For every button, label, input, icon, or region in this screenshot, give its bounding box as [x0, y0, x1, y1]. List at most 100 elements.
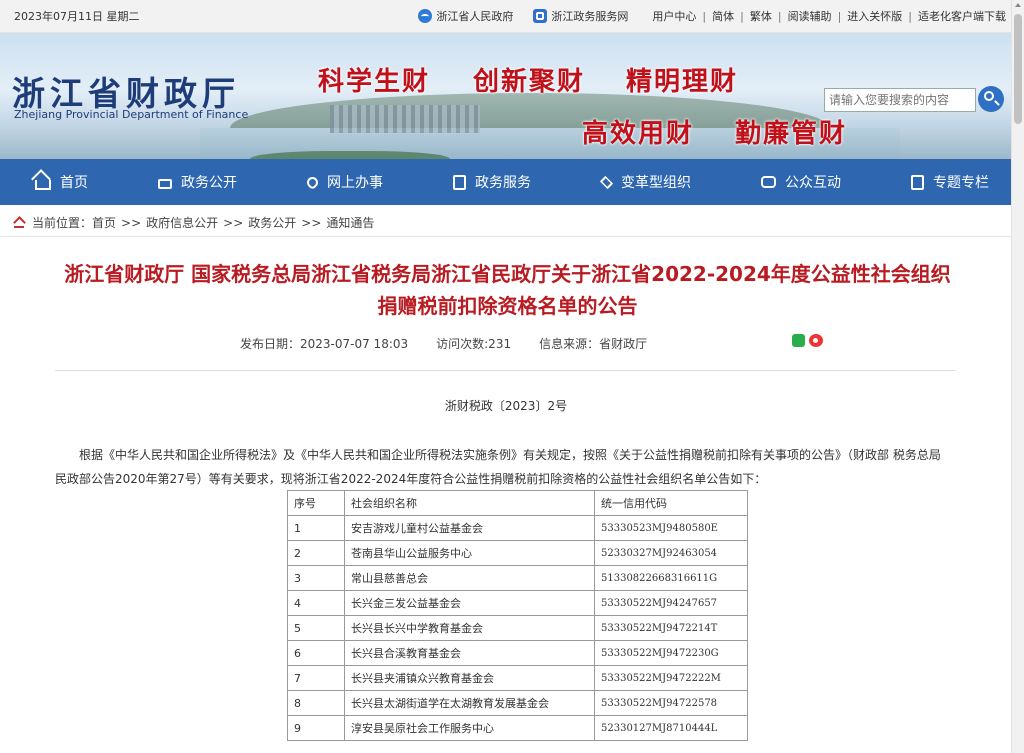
table-row: 8 长兴县太湖街道学在太湖教育发展基金会 53330522MJ94722578 — [287, 690, 748, 716]
traditional-link[interactable]: 繁体 — [750, 8, 772, 24]
nav-home[interactable]: 首页 — [27, 172, 96, 192]
breadcrumb-item-home[interactable]: 首页 — [92, 214, 116, 231]
breadcrumb-item-gov-affairs[interactable]: 政务公开 — [248, 214, 296, 231]
nav-gov-services[interactable]: 政务服务 — [445, 172, 539, 192]
credit-code: 53330523MJ9480580E — [594, 515, 748, 541]
nav-online-services[interactable]: 网上办事 — [299, 172, 391, 192]
table-header-row: 序号 社会组织名称 统一信用代码 — [287, 490, 748, 516]
banner-city — [330, 105, 480, 133]
org-name: 长兴县长兴中学教育基金会 — [344, 615, 595, 641]
chat-icon — [761, 176, 776, 188]
page-scrollbar[interactable] — [1011, 0, 1024, 753]
top-utility-bar: 2023年07月11日 星期二 浙江省人民政府 浙江政务服务网 用户中心 | 简… — [0, 0, 1024, 33]
banner-trees — [250, 151, 450, 159]
nav-public-interaction[interactable]: 公众互动 — [753, 172, 849, 192]
separator: | — [837, 9, 842, 23]
document-number: 浙财税政〔2023〕2号 — [444, 399, 568, 413]
wechat-share-icon[interactable] — [792, 334, 805, 347]
zj-gov-link[interactable]: 浙江省人民政府 — [418, 8, 513, 24]
care-version-link[interactable]: 进入关怀版 — [847, 8, 902, 24]
table-row: 1 安吉游戏儿童村公益基金会 53330523MJ9480580E — [287, 515, 748, 541]
zj-service-label: 浙江政务服务网 — [551, 10, 629, 23]
header-banner: 浙江省财政厅 Zhejiang Provincial Department of… — [0, 33, 1024, 159]
slogan-2: 创新聚财 — [473, 67, 586, 97]
document-icon — [453, 174, 466, 190]
scrollbar-thumb[interactable] — [1014, 14, 1022, 124]
row-number: 9 — [287, 715, 345, 741]
share-buttons — [792, 334, 823, 347]
publish-date: 发布日期：2023-07-07 18:03 — [240, 337, 409, 351]
row-number: 5 — [287, 615, 345, 641]
current-date: 2023年07月11日 星期二 — [14, 10, 140, 23]
user-center-link[interactable]: 用户中心 — [652, 8, 696, 24]
slogan-4: 高效用财 — [582, 119, 695, 149]
layers-icon — [599, 175, 614, 189]
zj-gov-label: 浙江省人民政府 — [436, 10, 514, 23]
top-links: 浙江省人民政府 浙江政务服务网 用户中心 | 简体 | 繁体 | 阅读辅助 | … — [418, 8, 1006, 24]
article-meta: 发布日期：2023-07-07 18:03 访问次数:231 信息来源：省财政厅 — [240, 335, 675, 352]
org-name: 长兴金三发公益基金会 — [344, 590, 595, 616]
credit-code: 53330522MJ9472230G — [594, 640, 748, 666]
search-button[interactable] — [978, 86, 1004, 112]
nav-gov-services-label: 政务服务 — [475, 175, 531, 191]
table-row: 3 常山县慈善总会 51330822668316611G — [287, 565, 748, 591]
nav-transform-org[interactable]: 变革型组织 — [593, 172, 699, 192]
org-name: 苍南县华山公益服务中心 — [344, 540, 595, 566]
table-row: 4 长兴金三发公益基金会 53330522MJ94247657 — [287, 590, 748, 616]
table-row: 9 淳安县吴原社会工作服务中心 52330127MJ8710444L — [287, 715, 748, 741]
main-nav: 首页 政务公开 网上办事 政务服务 变革型组织 公众互动 专题专栏 — [0, 159, 1024, 205]
row-number: 2 — [287, 540, 345, 566]
zj-service-link[interactable]: 浙江政务服务网 — [533, 8, 628, 24]
org-name: 淳安县吴原社会工作服务中心 — [344, 715, 595, 741]
breadcrumb-separator: >> — [301, 215, 322, 230]
credit-code: 53330522MJ94247657 — [594, 590, 748, 616]
slogan-5: 勤廉管财 — [735, 119, 848, 149]
table-row: 5 长兴县长兴中学教育基金会 53330522MJ9472214T — [287, 615, 748, 641]
breadcrumb-item-notices[interactable]: 通知通告 — [326, 214, 374, 231]
row-number: 7 — [287, 665, 345, 691]
reading-aid-link[interactable]: 阅读辅助 — [788, 8, 832, 24]
table-row: 2 苍南县华山公益服务中心 52330327MJ92463054 — [287, 540, 748, 566]
nav-gov-affairs[interactable]: 政务公开 — [150, 172, 245, 192]
credit-code: 52330127MJ8710444L — [594, 715, 748, 741]
breadcrumb-separator: >> — [223, 215, 244, 230]
search-input[interactable] — [824, 88, 976, 112]
simplified-link[interactable]: 简体 — [712, 8, 734, 24]
home-icon — [14, 218, 24, 228]
scroll-up-arrow-icon[interactable] — [1015, 3, 1021, 7]
org-name: 长兴县合溪教育基金会 — [344, 640, 595, 666]
view-count: 访问次数:231 — [436, 337, 512, 351]
divider — [55, 370, 955, 371]
slogan-3: 精明理财 — [626, 67, 739, 97]
article-title: 浙江省财政厅 国家税务总局浙江省税务局浙江省民政厅关于浙江省2022-2024年… — [64, 262, 951, 318]
row-number: 4 — [287, 590, 345, 616]
article-paragraph: 根据《中华人民共和国企业所得税法》及《中华人民共和国企业所得税法实施条例》有关规… — [55, 448, 941, 486]
slogan-1: 科学生财 — [318, 67, 431, 97]
nav-public-interaction-label: 公众互动 — [785, 175, 841, 191]
breadcrumb-prefix: 当前位置： — [32, 216, 93, 230]
separator: | — [908, 9, 912, 23]
org-table: 序号 社会组织名称 统一信用代码 1 安吉游戏儿童村公益基金会 53330523MJ… — [287, 490, 748, 741]
nav-gov-affairs-label: 政务公开 — [181, 175, 237, 191]
zj-service-icon — [533, 9, 548, 23]
weibo-share-icon[interactable] — [809, 334, 823, 347]
nav-online-services-label: 网上办事 — [327, 175, 383, 191]
nav-special-topics[interactable]: 专题专栏 — [903, 172, 997, 192]
row-number: 1 — [287, 515, 345, 541]
breadcrumb-item-gov-info[interactable]: 政府信息公开 — [146, 214, 218, 231]
table-row: 6 长兴县合溪教育基金会 53330522MJ9472230G — [287, 640, 748, 666]
zj-gov-icon — [418, 9, 433, 23]
breadcrumb: 当前位置： 首页 >> 政府信息公开 >> 政务公开 >> 通知通告 — [14, 214, 374, 231]
org-name: 安吉游戏儿童村公益基金会 — [344, 515, 595, 541]
org-name: 长兴县太湖街道学在太湖教育发展基金会 — [344, 690, 595, 716]
separator: | — [777, 9, 782, 23]
divider — [0, 236, 1012, 237]
table-row: 7 长兴县夹浦镇众兴教育基金会 53330522MJ9472222M — [287, 665, 748, 691]
breadcrumb-separator: >> — [121, 215, 142, 230]
credit-code: 53330522MJ94722578 — [594, 690, 748, 716]
credit-code: 51330822668316611G — [594, 565, 748, 591]
credit-code: 52330327MJ92463054 — [594, 540, 748, 566]
separator: | — [702, 9, 707, 23]
org-name: 常山县慈善总会 — [344, 565, 595, 591]
elder-client-link[interactable]: 适老化客户端下载 — [918, 8, 1006, 24]
